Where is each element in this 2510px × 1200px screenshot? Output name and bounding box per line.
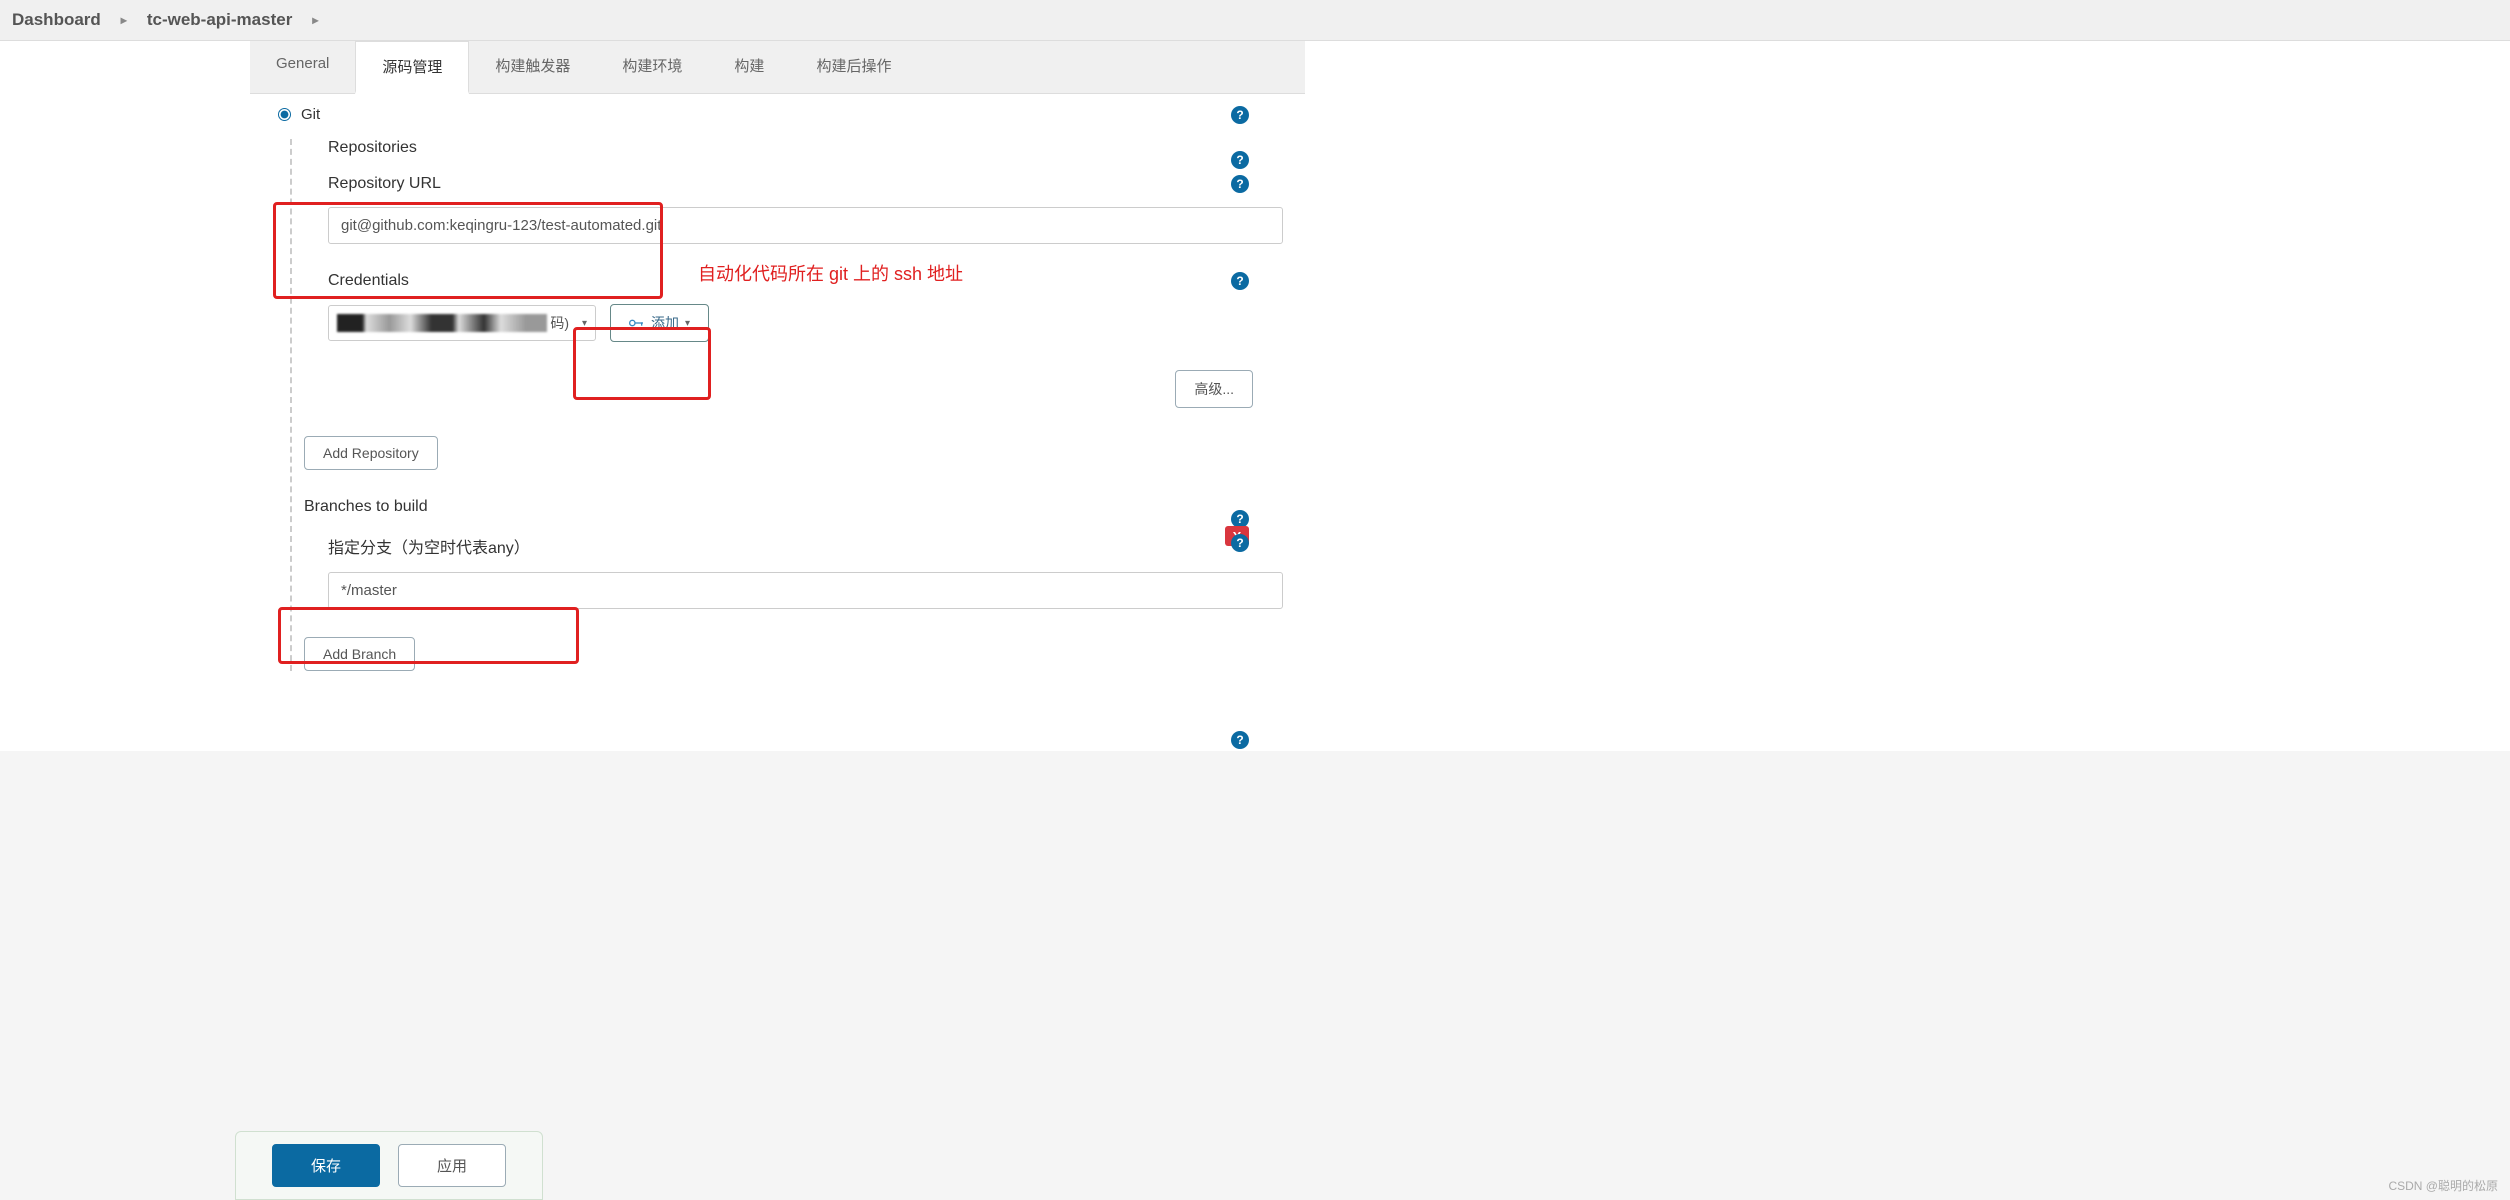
repo-url-label: Repository URL <box>328 175 1277 193</box>
apply-button[interactable]: 应用 <box>398 1144 506 1187</box>
credential-suffix: 码) <box>550 313 585 333</box>
tab-build[interactable]: 构建 <box>708 41 790 93</box>
help-icon[interactable]: ? <box>1231 106 1249 124</box>
add-branch-button[interactable]: Add Branch <box>304 637 415 671</box>
redacted-credential <box>337 314 547 332</box>
advanced-button[interactable]: 高级... <box>1175 370 1253 408</box>
breadcrumb-dashboard[interactable]: Dashboard <box>12 10 101 30</box>
credentials-select[interactable]: 码) ▾ <box>328 305 596 341</box>
breadcrumb: Dashboard ▸ tc-web-api-master ▸ <box>0 0 2510 41</box>
help-icon[interactable]: ? <box>1231 272 1249 290</box>
tab-scm[interactable]: 源码管理 <box>355 41 469 94</box>
add-credential-label: 添加 <box>651 313 679 333</box>
caret-down-icon: ▾ <box>685 318 690 329</box>
tab-env[interactable]: 构建环境 <box>596 41 708 93</box>
breadcrumb-project[interactable]: tc-web-api-master <box>147 10 292 30</box>
save-button[interactable]: 保存 <box>272 1144 380 1187</box>
footer-actions: 保存 应用 <box>235 1131 543 1200</box>
branch-spec-input[interactable] <box>328 572 1283 609</box>
tab-triggers[interactable]: 构建触发器 <box>469 41 596 93</box>
chevron-down-icon: ▾ <box>582 318 587 329</box>
config-tabs: General 源码管理 构建触发器 构建环境 构建 构建后操作 <box>250 41 1305 94</box>
chevron-icon: ▸ <box>121 13 127 27</box>
scm-git-radio[interactable] <box>278 108 291 121</box>
repo-url-input[interactable] <box>328 207 1283 244</box>
key-icon <box>629 318 645 328</box>
branch-spec-label: 指定分支（为空时代表any） <box>328 534 1277 558</box>
tab-post[interactable]: 构建后操作 <box>790 41 917 93</box>
chevron-icon: ▸ <box>312 13 318 27</box>
repositories-label: Repositories <box>328 139 1277 157</box>
add-credential-button[interactable]: 添加 ▾ <box>610 304 709 342</box>
annotation-ssh-note: 自动化代码所在 git 上的 ssh 地址 <box>698 260 963 286</box>
help-icon[interactable]: ? <box>1231 175 1249 193</box>
tab-general[interactable]: General <box>250 41 355 93</box>
scm-git-label: Git <box>301 106 320 123</box>
help-icon[interactable]: ? <box>1231 534 1249 552</box>
help-icon[interactable]: ? <box>1231 731 1249 749</box>
help-icon[interactable]: ? <box>1231 151 1249 169</box>
branches-to-build-label: Branches to build <box>304 498 1277 516</box>
config-content: Git ? Repositories ? Repository URL ? Cr… <box>250 94 1305 751</box>
watermark: CSDN @聪明的松原 <box>2388 1177 2498 1194</box>
add-repository-button[interactable]: Add Repository <box>304 436 438 470</box>
